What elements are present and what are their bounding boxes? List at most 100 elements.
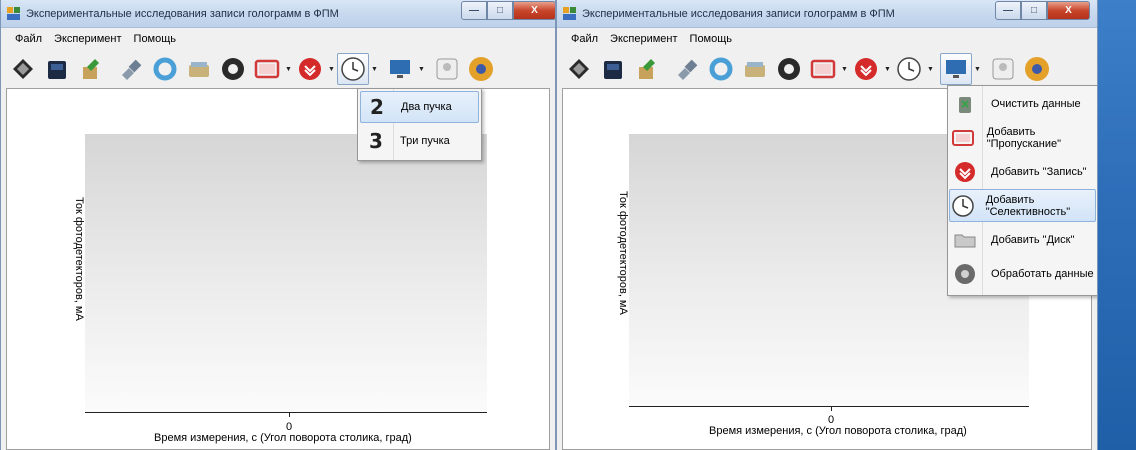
plug-icon — [122, 59, 142, 80]
toolbar-button-export[interactable] — [75, 53, 107, 85]
monitor-icon — [946, 60, 966, 78]
toolbar-button-record[interactable] — [294, 53, 326, 85]
toolbar-button-process[interactable] — [465, 53, 497, 85]
x-axis-label: Время измерения, с (Угол поворота столик… — [154, 432, 412, 444]
toolbar-button-record[interactable] — [850, 53, 882, 85]
menu-bar: Файл Эксперимент Помощь — [557, 30, 1097, 50]
toolbar-button-connect[interactable] — [115, 53, 147, 85]
record-dropdown-arrow[interactable]: ▼ — [328, 53, 335, 85]
toolbar-button-save[interactable] — [597, 53, 629, 85]
title-bar[interactable]: Экспериментальные исследования записи го… — [1, 0, 555, 28]
digit-3-icon: 3 — [369, 129, 383, 153]
gear-icon — [222, 58, 244, 80]
red-download-icon — [949, 158, 981, 186]
laptop-icon — [810, 59, 836, 79]
menu-help[interactable]: Помощь — [684, 30, 739, 50]
gear-icon — [778, 58, 800, 80]
record-dropdown-arrow[interactable]: ▼ — [884, 53, 891, 85]
lamp-icon — [436, 58, 458, 80]
toolbar-button-display[interactable] — [940, 53, 972, 85]
menu-item-add-record[interactable]: Добавить "Запись" — [949, 155, 1096, 188]
display-dropdown: Очистить данные Добавить "Пропускание" Д… — [947, 85, 1097, 296]
menu-item-add-selectivity[interactable]: Добавить "Селективность" — [949, 189, 1096, 222]
red-download-icon — [299, 58, 321, 80]
y-axis-label: Ток фотодетекторов, мА — [617, 191, 629, 315]
toolbar-button-selectivity[interactable] — [337, 53, 369, 85]
window-title: Экспериментальные исследования записи го… — [582, 8, 895, 20]
maximize-button[interactable]: □ — [487, 1, 513, 20]
clock-icon — [341, 57, 365, 81]
menu-item-label: Добавить "Селективность" — [985, 193, 1071, 218]
toolbar-button-selectivity[interactable] — [893, 53, 925, 85]
toolbar-button-settings[interactable] — [773, 53, 805, 85]
app-icon — [7, 7, 21, 20]
menu-item-label: Добавить "Пропускание" — [986, 125, 1062, 150]
toolbar-button-display[interactable] — [384, 53, 416, 85]
menu-item-label: Обработать данные — [991, 267, 1094, 280]
menu-file[interactable]: Файл — [565, 30, 604, 50]
toolbar-button-transmission[interactable] — [251, 53, 283, 85]
menu-experiment[interactable]: Эксперимент — [48, 30, 127, 50]
y-axis-label: Ток фотодетекторов, мА — [73, 197, 85, 321]
scanner-icon — [745, 62, 765, 77]
close-button[interactable]: X — [513, 1, 555, 20]
menu-item-label: Два пучка — [401, 101, 452, 113]
menu-item-label: Добавить "Запись" — [991, 165, 1087, 178]
recycle-bin-icon — [949, 90, 981, 118]
toolbar-button-laser[interactable] — [705, 53, 737, 85]
menu-file[interactable]: Файл — [9, 30, 48, 50]
toolbar-button-open[interactable] — [7, 53, 39, 85]
caption-buttons: — □ X — [995, 1, 1090, 20]
menu-item-add-disk[interactable]: Добавить "Диск" — [949, 223, 1096, 256]
title-bar[interactable]: Экспериментальные исследования записи го… — [557, 0, 1097, 28]
minimize-button[interactable]: — — [995, 1, 1021, 20]
folder-disk-icon — [949, 226, 981, 254]
menu-item-process-data[interactable]: Обработать данные — [949, 257, 1096, 290]
scanner-icon — [189, 62, 209, 77]
menu-item-add-transmission[interactable]: Добавить "Пропускание" — [949, 121, 1096, 154]
process-gear-icon — [949, 260, 981, 288]
window-right: Экспериментальные исследования записи го… — [556, 0, 1098, 450]
diskette-icon — [569, 59, 589, 79]
toolbar-button-scanner[interactable] — [183, 53, 215, 85]
laptop-icon — [254, 59, 280, 79]
toolbar-button-settings[interactable] — [217, 53, 249, 85]
menu-item-label: Очистить данные — [991, 97, 1081, 110]
plot-area — [85, 134, 487, 412]
toolbar-button-scanner[interactable] — [739, 53, 771, 85]
selectivity-dropdown-arrow[interactable]: ▼ — [371, 53, 378, 85]
minimize-button[interactable]: — — [461, 1, 487, 20]
display-dropdown-arrow[interactable]: ▼ — [974, 53, 981, 85]
menu-experiment[interactable]: Эксперимент — [604, 30, 683, 50]
x-tick — [289, 412, 290, 417]
display-dropdown-arrow[interactable]: ▼ — [418, 53, 425, 85]
toolbar-button-connect[interactable] — [671, 53, 703, 85]
toolbar-button-save[interactable] — [41, 53, 73, 85]
toolbar-button-lamp[interactable] — [987, 53, 1019, 85]
x-tick — [831, 406, 832, 411]
toolbar-button-laser[interactable] — [149, 53, 181, 85]
toolbar-button-lamp[interactable] — [431, 53, 463, 85]
transmission-dropdown-arrow[interactable]: ▼ — [841, 53, 848, 85]
transmission-dropdown-arrow[interactable]: ▼ — [285, 53, 292, 85]
toolbar-button-export[interactable] — [631, 53, 663, 85]
toolbar-button-process[interactable] — [1021, 53, 1053, 85]
maximize-button[interactable]: □ — [1021, 1, 1047, 20]
menu-help[interactable]: Помощь — [128, 30, 183, 50]
menu-item-clear-data[interactable]: Очистить данные — [949, 87, 1096, 120]
digit-2-icon: 2 — [370, 95, 384, 119]
menu-item-three-beams[interactable]: 3 Три пучка — [360, 125, 479, 157]
disk-drive-icon — [604, 61, 622, 79]
ring-icon — [709, 57, 733, 81]
clock-icon — [897, 57, 921, 81]
x-axis — [85, 412, 487, 413]
diskette-icon — [13, 59, 33, 79]
close-button[interactable]: X — [1047, 1, 1090, 20]
toolbar: ▼ ▼ ▼ ▼ — [563, 50, 1097, 88]
toolbar-button-transmission[interactable] — [807, 53, 839, 85]
menu-item-two-beams[interactable]: 2 Два пучка — [360, 91, 479, 123]
selectivity-dropdown-arrow[interactable]: ▼ — [927, 53, 934, 85]
red-download-icon — [855, 58, 877, 80]
toolbar-button-open[interactable] — [563, 53, 595, 85]
box-arrow-icon — [639, 59, 655, 79]
